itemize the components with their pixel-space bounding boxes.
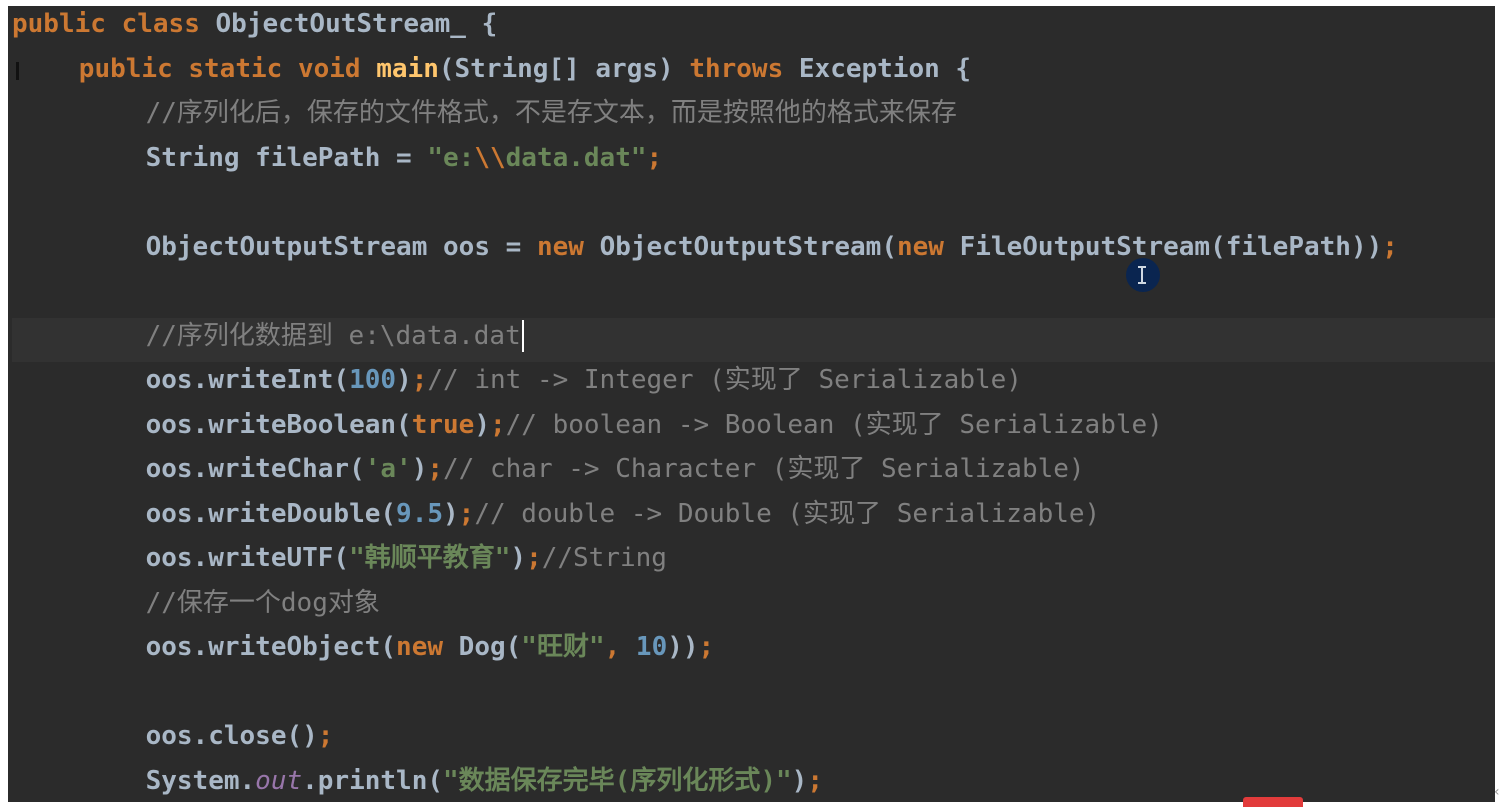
code-line[interactable]: oos.writeInt(100);// int -> Integer (实现了…	[12, 362, 1495, 406]
code-token: ;	[411, 365, 428, 395]
code-line[interactable]: //保存一个dog对象	[12, 585, 1495, 629]
code-token: .println(	[302, 765, 444, 796]
code-token: ,	[604, 632, 636, 662]
code-token: {	[481, 9, 498, 39]
code-token: true	[411, 409, 475, 440]
code-token: 9.5	[396, 498, 444, 529]
code-line[interactable]: ObjectOutputStream oos = new ObjectOutpu…	[12, 229, 1495, 273]
code-line[interactable]	[12, 273, 1495, 317]
code-line[interactable]: oos.writeChar('a');// char -> Character …	[12, 451, 1495, 495]
code-token: new	[396, 632, 459, 662]
code-token: class	[121, 9, 216, 39]
code-token: data.dat"	[505, 142, 647, 173]
code-token: oos.close()	[145, 721, 318, 751]
code-line[interactable]: String filePath = "e:\\data.dat";	[12, 140, 1495, 184]
code-token: oos.writeInt(	[145, 365, 350, 395]
code-token: //保存一个dog对象	[145, 587, 380, 618]
code-token: ;	[807, 765, 823, 796]
code-token: // char -> Character (实现了 Serializable)	[443, 454, 1085, 484]
code-token: ))	[667, 632, 699, 662]
code-token: "e:	[427, 142, 475, 173]
code-token: ;	[526, 543, 542, 573]
code-token: "韩顺平教育"	[349, 543, 511, 573]
code-token: ObjectOutStream_	[215, 9, 482, 39]
code-token: \\	[474, 142, 506, 173]
code-token: oos.writeChar(	[145, 454, 365, 484]
code-token: FileOutputStream(filePath))	[959, 231, 1383, 262]
code-token: ;	[646, 142, 663, 173]
code-token: void	[297, 53, 377, 84]
code-token: oos.writeDouble(	[145, 498, 397, 529]
code-token: public	[78, 53, 189, 84]
code-line[interactable]: oos.close();	[12, 718, 1495, 762]
code-token: System.	[145, 765, 256, 796]
code-line[interactable]: oos.writeObject(new Dog("旺财", 10));	[12, 629, 1495, 673]
code-token: static	[188, 53, 298, 84]
code-token: //String	[541, 543, 667, 573]
code-token: )	[510, 543, 527, 573]
code-line[interactable]: public class ObjectOutStream_ {	[12, 6, 1495, 50]
code-token: ObjectOutputStream(	[599, 231, 897, 262]
code-token: 10	[635, 632, 668, 662]
code-token: // boolean -> Boolean (实现了 Serializable)	[505, 409, 1163, 440]
code-token: )	[411, 454, 428, 484]
code-line[interactable]: oos.writeDouble(9.5);// double -> Double…	[12, 496, 1495, 540]
code-token: )	[474, 409, 490, 440]
code-token: "旺财"	[521, 632, 605, 662]
code-token: // double -> Double (实现了 Serializable)	[474, 498, 1101, 529]
code-line[interactable]: //序列化后，保存的文件格式，不是存文本，而是按照他的格式来保存	[12, 95, 1495, 139]
code-token: out	[255, 765, 303, 796]
text-cursor-icon	[1126, 258, 1160, 292]
code-token: //序列化后，保存的文件格式，不是存文本，而是按照他的格式来保存	[145, 98, 957, 128]
text-caret	[521, 320, 524, 352]
code-token: ;	[1382, 231, 1398, 262]
code-token: // int -> Integer (实现了 Serializable)	[427, 365, 1022, 395]
code-token: )	[396, 365, 412, 395]
code-line[interactable]: oos.writeUTF("韩顺平教育");//String	[12, 540, 1495, 584]
code-token: Dog(	[458, 632, 522, 662]
code-token: new	[536, 231, 600, 262]
code-token: public	[12, 9, 122, 39]
code-token: )	[443, 498, 459, 529]
code-token: 'a'	[364, 454, 412, 484]
code-token: //序列化数据到 e:\data.dat	[145, 320, 521, 351]
chevron-left-icon[interactable]: ‹	[1494, 784, 1500, 800]
code-token: ObjectOutputStream oos =	[145, 231, 537, 262]
code-editor[interactable]: public class ObjectOutStream_ {public st…	[8, 6, 1495, 802]
code-line[interactable]: public static void main(String[] args) t…	[12, 51, 1495, 95]
code-token: throws	[689, 53, 799, 84]
code-token: "数据保存完毕(序列化形式)"	[443, 765, 792, 796]
code-line[interactable]: oos.writeBoolean(true);// boolean -> Boo…	[12, 407, 1495, 451]
code-token: new	[896, 231, 960, 262]
code-token: ;	[698, 632, 715, 662]
code-line[interactable]	[12, 674, 1495, 718]
code-token: oos.writeUTF(	[145, 543, 350, 573]
code-token: ;	[427, 454, 444, 484]
overlay-badge	[1243, 797, 1303, 807]
code-token: oos.writeObject(	[145, 632, 397, 662]
code-token: 100	[349, 365, 397, 395]
code-token: oos.writeBoolean(	[145, 409, 412, 440]
code-token: main	[376, 53, 439, 84]
code-token: ;	[458, 498, 475, 529]
code-line[interactable]	[12, 184, 1495, 228]
code-token: Exception {	[798, 53, 972, 84]
code-token: (String[] args)	[438, 53, 690, 84]
code-token: String filePath =	[145, 142, 428, 173]
code-token: ;	[489, 409, 506, 440]
code-line[interactable]: //序列化数据到 e:\data.dat	[12, 317, 1495, 362]
code-token: ;	[317, 721, 334, 751]
code-token: )	[791, 765, 808, 796]
